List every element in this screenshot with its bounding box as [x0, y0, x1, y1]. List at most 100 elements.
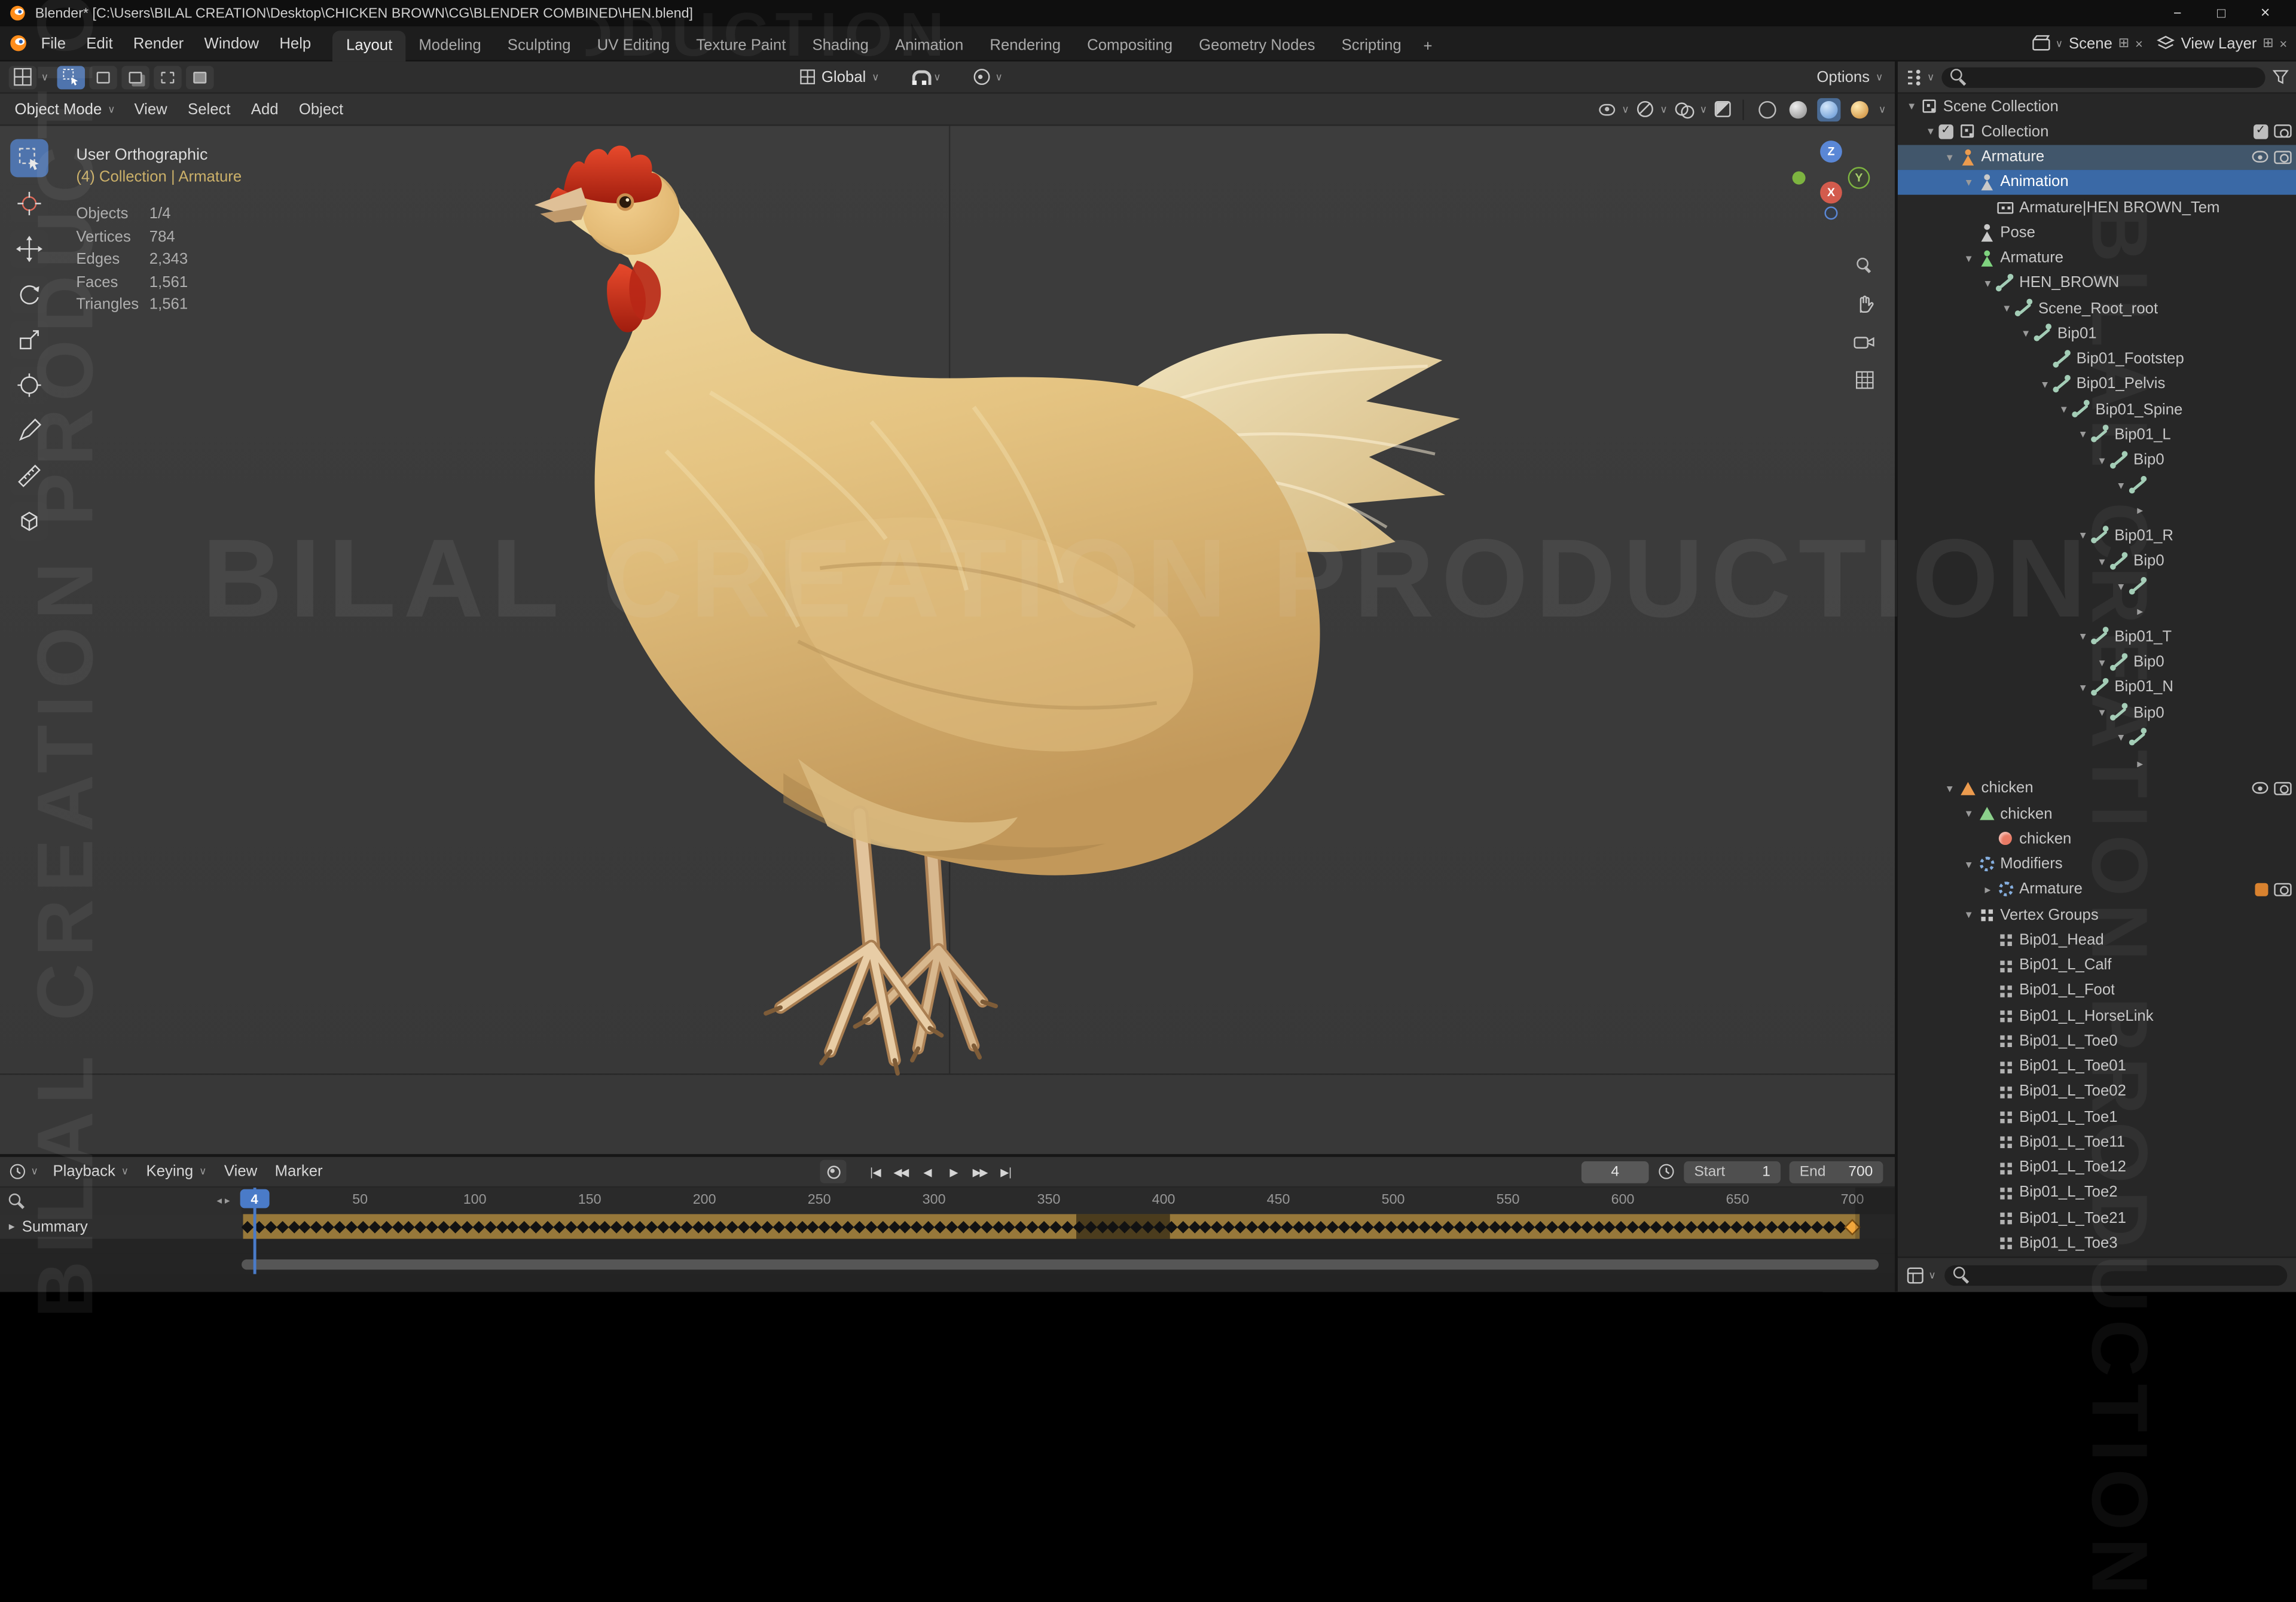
tab-texture-paint[interactable]: Texture Paint [683, 30, 799, 60]
expand-arrow[interactable]: ▾ [1904, 100, 1920, 113]
expand-arrow[interactable]: ▾ [2113, 579, 2129, 593]
menu-edit[interactable]: Edit [76, 30, 123, 56]
remove-view-layer-button[interactable]: × [2279, 36, 2287, 50]
edit-toggle-icon[interactable] [2255, 883, 2268, 896]
outliner-item-row[interactable]: ▸ [1898, 750, 2296, 776]
current-frame-field[interactable]: 4 [1581, 1160, 1649, 1183]
annotate-tool-button[interactable] [10, 411, 48, 450]
frame-start-field[interactable]: Start 1 [1684, 1160, 1781, 1183]
select-mode-new-button[interactable] [89, 65, 118, 89]
timeline-menu-view[interactable]: View [215, 1160, 266, 1183]
proportional-editing-toggle[interactable]: ∨ [964, 66, 1012, 88]
outliner-item-bip01-l-toe1[interactable]: Bip01_L_Toe1 [1898, 1104, 2296, 1130]
outliner-search-input[interactable] [1941, 66, 2266, 87]
menu-file[interactable]: File [30, 30, 76, 56]
prev-keyframe-button[interactable]: ◀◀ [889, 1160, 912, 1183]
expand-arrow[interactable]: ▾ [2075, 529, 2091, 542]
select-mode-subtract-button[interactable] [154, 65, 182, 89]
outliner-item-bip01-l-toe2[interactable]: Bip01_L_Toe2 [1898, 1180, 2296, 1205]
outliner-item-bip01-footstep[interactable]: Bip01_Footstep [1898, 346, 2296, 371]
gizmo-y-axis[interactable]: Y [1848, 167, 1870, 189]
expand-arrow[interactable]: ▾ [2094, 706, 2110, 719]
timeline-menu-keying[interactable]: Keying ∨ [138, 1160, 215, 1183]
channel-collapse-arrows[interactable]: ◂▸ [216, 1195, 233, 1207]
exclude-checkbox[interactable] [1938, 123, 1953, 139]
outliner-item-row[interactable]: ▾ [1898, 472, 2296, 498]
minimize-button[interactable]: − [2155, 0, 2199, 26]
ortho-grid-icon[interactable] [1851, 366, 1877, 392]
viewport-canvas[interactable]: User Orthographic (4) Collection | Armat… [0, 126, 1895, 1154]
navigation-gizmo[interactable]: Z Y X [1790, 141, 1871, 222]
gizmo-z-negative[interactable] [1824, 206, 1838, 220]
expand-arrow[interactable]: ▾ [2113, 731, 2129, 744]
move-tool-button[interactable] [10, 230, 48, 268]
outliner-item-bip01-t[interactable]: ▾ Bip01_T [1898, 624, 2296, 649]
outliner-item-bip01-l-toe11[interactable]: Bip01_L_Toe11 [1898, 1130, 2296, 1155]
outliner-item-bip01-n[interactable]: ▾ Bip01_N [1898, 675, 2296, 700]
select-mode-extend-button[interactable] [121, 65, 150, 89]
outliner-item-scene-root-root[interactable]: ▾ Scene_Root_root [1898, 296, 2296, 321]
expand-arrow[interactable]: ▾ [1961, 176, 1977, 189]
expand-arrow[interactable]: ▸ [1980, 883, 1996, 896]
timeline-menu-playback[interactable]: Playback ∨ [44, 1160, 138, 1183]
camera-icon[interactable] [2274, 782, 2292, 795]
gizmo-x-axis[interactable]: X [1820, 181, 1842, 204]
outliner-item-armature[interactable]: ▾ Armature [1897, 144, 2296, 170]
jump-end-button[interactable]: ▶∣ [994, 1160, 1018, 1183]
camera-icon[interactable] [2274, 883, 2292, 896]
expand-arrow[interactable]: ▾ [1961, 251, 1977, 264]
outliner-item-bip01-l-toe21[interactable]: Bip01_L_Toe21 [1898, 1206, 2296, 1231]
outliner-item-bip0[interactable]: ▾ Bip0 [1898, 649, 2296, 675]
bottom-editor-type-icon[interactable]: ∨ [1907, 1266, 1936, 1283]
outliner-item-bip01-l-foot[interactable]: Bip01_L_Foot [1898, 978, 2296, 1003]
shading-solid-button[interactable] [1786, 97, 1809, 121]
expand-arrow[interactable]: ▾ [1999, 302, 2015, 315]
expand-arrow[interactable]: ▾ [1980, 277, 1996, 290]
shading-material-button[interactable] [1816, 97, 1841, 121]
outliner-item-bip01[interactable]: ▾ Bip01 [1898, 321, 2296, 346]
tab-animation[interactable]: Animation [882, 30, 976, 60]
add-cube-tool-button[interactable] [10, 502, 48, 541]
camera-view-icon[interactable] [1851, 328, 1877, 355]
auto-keying-button[interactable] [820, 1159, 847, 1183]
outliner-item-bip01-pelvis[interactable]: ▾ Bip01_Pelvis [1898, 371, 2296, 396]
new-scene-button[interactable]: ⊞ [2118, 36, 2129, 50]
expand-arrow[interactable]: ▾ [1961, 908, 1977, 921]
outliner-item-vertex-groups[interactable]: ▾ Vertex Groups [1898, 902, 2296, 927]
outliner-item-chicken[interactable]: ▾ chicken [1898, 776, 2296, 801]
measure-tool-button[interactable] [10, 457, 48, 495]
overlays-icon[interactable] [1675, 102, 1694, 118]
timeline-menu-marker[interactable]: Marker [266, 1160, 331, 1183]
expand-arrow[interactable]: ▾ [2075, 428, 2091, 441]
tab-sculpting[interactable]: Sculpting [494, 30, 584, 60]
scale-tool-button[interactable] [10, 321, 48, 359]
select-mode-invert-button[interactable] [186, 65, 214, 89]
outliner-item-bip01-l-toe3[interactable]: Bip01_L_Toe3 [1898, 1231, 2296, 1256]
summary-band[interactable] [242, 1214, 1895, 1239]
expand-arrow[interactable]: ▸ [2132, 756, 2148, 770]
timeline-ruler[interactable]: 50 100 150 200 250 300 350 400 450 500 550 600 650 70… [0, 1188, 1895, 1215]
outliner-item-bip01-l[interactable]: ▾ Bip01_L [1898, 422, 2296, 447]
maximize-button[interactable]: □ [2199, 0, 2243, 26]
expand-arrow[interactable]: ▾ [2056, 403, 2072, 416]
viewport-menu-add[interactable]: Add [241, 96, 289, 122]
tab-modeling[interactable]: Modeling [405, 30, 494, 60]
outliner-item-row[interactable]: ▾ [1898, 725, 2296, 750]
tab-rendering[interactable]: Rendering [976, 30, 1074, 60]
outliner-item-row[interactable]: ▸ [1898, 498, 2296, 523]
editor-type-button[interactable] [8, 65, 37, 89]
outliner-item-bip01-spine[interactable]: ▾ Bip01_Spine [1898, 397, 2296, 422]
visibility-icon[interactable] [1598, 103, 1615, 115]
box-select-tool-button[interactable] [10, 139, 48, 178]
outliner-item-collection[interactable]: ▾ Collection [1898, 119, 2296, 144]
options-dropdown[interactable]: Options ∨ [1816, 68, 1883, 86]
new-view-layer-button[interactable]: ⊞ [2263, 36, 2273, 50]
transform-orientation-dropdown[interactable]: Global ∨ [790, 65, 888, 89]
outliner-editor-type-icon[interactable]: ∨ [1905, 68, 1934, 86]
expand-arrow[interactable]: ▾ [2113, 479, 2129, 492]
expand-arrow[interactable]: ▾ [1961, 807, 1977, 820]
editor-type-chevron-icon[interactable]: ∨ [41, 71, 49, 83]
outliner-item-bip01-l-horselink[interactable]: Bip01_L_HorseLink [1898, 1003, 2296, 1029]
expand-arrow[interactable]: ▾ [2094, 554, 2110, 567]
add-workspace-tab[interactable]: + [1415, 32, 1441, 61]
